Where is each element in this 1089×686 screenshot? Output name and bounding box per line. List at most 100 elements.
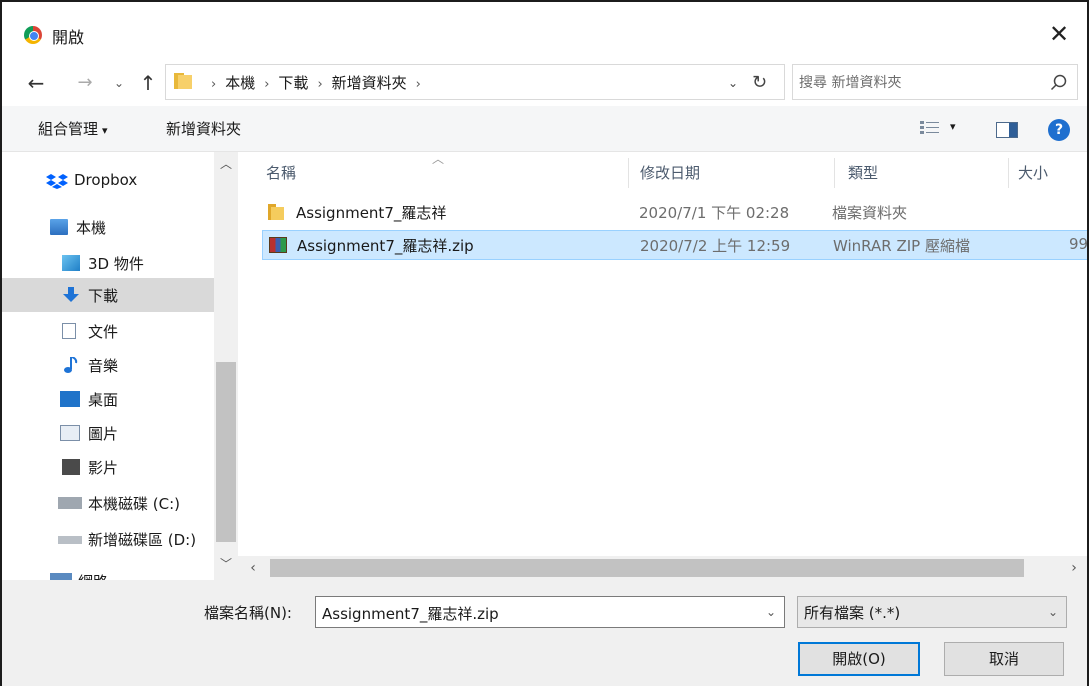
navigation-pane: Dropbox 本機 3D 物件 下載 文件 音樂 桌面 圖片 影片 本機磁碟 …	[2, 152, 238, 580]
nav-item-3d-objects[interactable]: 3D 物件	[2, 246, 214, 280]
nav-item-label: 網路	[78, 571, 108, 580]
breadcrumb-this-pc[interactable]: 本機	[225, 74, 255, 92]
column-divider[interactable]	[628, 158, 629, 188]
music-icon	[64, 357, 78, 373]
nav-item-label: 圖片	[88, 425, 119, 443]
file-row[interactable]: Assignment7_羅志祥 2020/7/1 下午 02:28 檔案資料夾	[262, 198, 1087, 228]
scroll-down-icon[interactable]: ﹀	[214, 552, 238, 576]
breadcrumb-separator[interactable]: ›	[211, 77, 216, 92]
file-size: 99	[1069, 235, 1087, 253]
scroll-right-icon[interactable]: ›	[1065, 556, 1083, 580]
scrollbar-thumb[interactable]	[270, 559, 1024, 577]
close-button[interactable]: ✕	[1039, 16, 1079, 52]
column-divider[interactable]	[834, 158, 835, 188]
back-button[interactable]: ←	[24, 70, 48, 96]
open-button[interactable]: 開啟(O)	[798, 642, 920, 676]
preview-pane-icon[interactable]	[996, 122, 1018, 138]
chevron-down-icon[interactable]: ⌄	[1048, 597, 1058, 627]
nav-item-dropbox[interactable]: Dropbox	[2, 164, 214, 198]
nav-item-documents[interactable]: 文件	[2, 314, 214, 348]
view-dropdown-icon[interactable]: ▾	[950, 120, 956, 133]
file-row[interactable]: Assignment7_羅志祥.zip 2020/7/2 上午 12:59 Wi…	[262, 230, 1087, 260]
nav-item-label: 3D 物件	[88, 255, 144, 273]
column-header-name[interactable]: 名稱	[266, 162, 296, 183]
cancel-button[interactable]: 取消	[944, 642, 1064, 676]
file-name: Assignment7_羅志祥.zip	[297, 237, 474, 255]
file-date: 2020/7/2 上午 12:59	[640, 237, 791, 255]
nav-item-drive-d[interactable]: 新增磁碟區 (D:)	[2, 522, 214, 556]
pictures-icon	[60, 425, 80, 441]
navpane-scrollbar[interactable]: ︿ ﹀	[214, 152, 238, 580]
filename-combobox[interactable]: ⌄	[315, 596, 785, 628]
nav-item-desktop[interactable]: 桌面	[2, 382, 214, 416]
filename-input[interactable]	[322, 601, 752, 625]
open-file-dialog: 開啟 ✕ ← → ⌄ ↑ › 本機 › 下載 › 新增資料夾 › ⌄ ↻ 搜尋 …	[0, 0, 1089, 686]
winrar-icon	[269, 237, 287, 253]
search-input[interactable]	[799, 71, 1039, 95]
nav-item-label: 文件	[88, 323, 119, 341]
dropbox-icon	[46, 174, 68, 189]
dialog-footer: 檔案名稱(N): ⌄ 所有檔案 (*.*) ⌄ 開啟(O) 取消	[2, 580, 1087, 686]
column-header-type[interactable]: 類型	[848, 162, 878, 183]
breadcrumb-downloads[interactable]: 下載	[278, 74, 308, 92]
search-box[interactable]	[792, 64, 1078, 100]
videos-icon	[62, 459, 80, 475]
file-list: ︿ 名稱 修改日期 類型 大小 Assignment7_羅志祥 2020/7/1…	[238, 152, 1087, 556]
nav-item-music[interactable]: 音樂	[2, 348, 214, 382]
filetype-value: 所有檔案 (*.*)	[804, 604, 901, 622]
horizontal-scrollbar[interactable]: ‹ ›	[238, 556, 1087, 580]
drive-icon	[58, 536, 82, 544]
local-disk-icon	[58, 497, 82, 509]
nav-item-label: 本機	[76, 219, 107, 237]
help-icon[interactable]: ?	[1048, 119, 1070, 141]
file-type: 檔案資料夾	[832, 204, 908, 222]
command-toolbar: 組合管理 ▾ 新增資料夾 ▾ ?	[2, 106, 1087, 152]
this-pc-icon	[50, 219, 68, 235]
breadcrumb-new-folder[interactable]: 新增資料夾	[332, 74, 407, 92]
nav-item-downloads[interactable]: 下載	[2, 278, 214, 312]
nav-item-network[interactable]: 網路	[2, 564, 214, 580]
address-bar[interactable]: › 本機 › 下載 › 新增資料夾 › ⌄ ↻	[165, 64, 785, 100]
file-name: Assignment7_羅志祥	[296, 204, 447, 222]
documents-icon	[62, 323, 76, 339]
nav-item-local-disk-c[interactable]: 本機磁碟 (C:)	[2, 486, 214, 520]
desktop-icon	[60, 391, 80, 407]
window-title: 開啟	[52, 28, 85, 47]
nav-item-this-pc[interactable]: 本機	[2, 210, 214, 244]
nav-item-label: 桌面	[88, 391, 119, 409]
nav-item-videos[interactable]: 影片	[2, 450, 214, 484]
nav-item-label: 下載	[88, 287, 119, 305]
column-divider[interactable]	[1008, 158, 1009, 188]
breadcrumb-separator[interactable]: ›	[416, 77, 421, 92]
download-icon	[63, 287, 79, 302]
view-options-icon[interactable]	[920, 120, 940, 136]
file-type: WinRAR ZIP 壓縮檔	[833, 237, 970, 255]
scroll-up-icon[interactable]: ︿	[214, 152, 238, 176]
network-icon	[50, 573, 72, 580]
filetype-select[interactable]: 所有檔案 (*.*) ⌄	[797, 596, 1067, 628]
3d-objects-icon	[62, 255, 80, 271]
column-header-date-modified[interactable]: 修改日期	[640, 162, 700, 183]
refresh-button[interactable]: ↻	[752, 65, 776, 101]
scroll-left-icon[interactable]: ‹	[244, 556, 262, 580]
search-icon[interactable]	[1049, 73, 1069, 93]
address-dropdown-button[interactable]: ⌄	[728, 65, 746, 101]
scrollbar-thumb[interactable]	[216, 362, 236, 542]
new-folder-button[interactable]: 新增資料夾	[166, 118, 241, 139]
column-header-size[interactable]: 大小	[1018, 162, 1048, 183]
nav-item-label: 影片	[88, 459, 119, 477]
organize-button[interactable]: 組合管理 ▾	[38, 118, 108, 139]
recent-locations-button[interactable]: ⌄	[110, 70, 128, 96]
breadcrumb-separator[interactable]: ›	[264, 77, 269, 92]
nav-item-pictures[interactable]: 圖片	[2, 416, 214, 450]
breadcrumb-separator[interactable]: ›	[317, 77, 322, 92]
chevron-down-icon[interactable]: ⌄	[766, 597, 776, 627]
nav-item-label: 本機磁碟 (C:)	[88, 495, 180, 513]
breadcrumb: › 本機 › 下載 › 新增資料夾 ›	[202, 65, 430, 101]
chevron-down-icon: ▾	[102, 124, 108, 137]
file-date: 2020/7/1 下午 02:28	[639, 204, 790, 222]
forward-button[interactable]: →	[74, 70, 96, 96]
up-button[interactable]: ↑	[137, 70, 159, 96]
nav-item-label: 新增磁碟區 (D:)	[88, 531, 197, 549]
sort-ascending-icon: ︿	[432, 152, 445, 166]
